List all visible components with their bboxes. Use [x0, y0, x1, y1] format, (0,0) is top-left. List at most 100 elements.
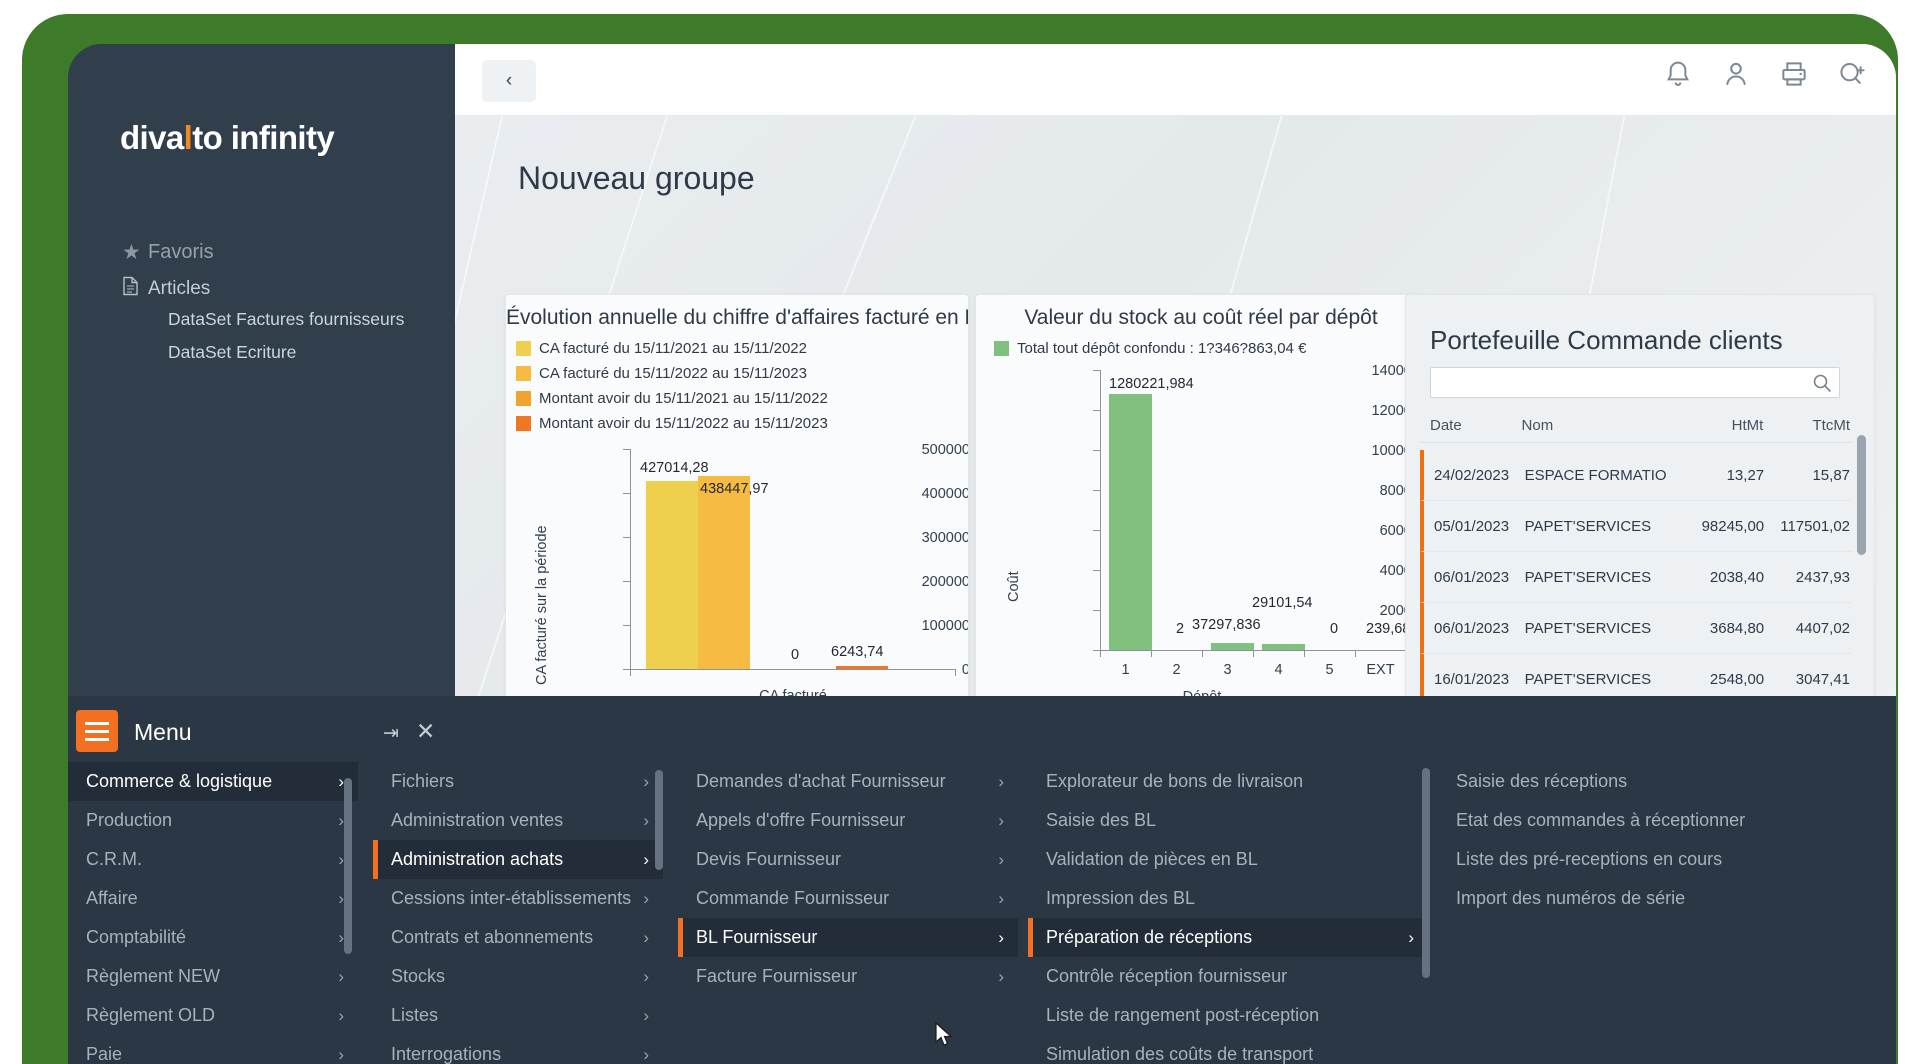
menu-item[interactable]: Règlement OLD ›: [68, 996, 358, 1035]
column-header-date[interactable]: Date: [1420, 417, 1522, 434]
legend-item: Total tout dépôt confondu : 1?346?863,04…: [994, 336, 1426, 361]
search-box[interactable]: [1430, 367, 1840, 398]
y-tick-label: 0: [858, 662, 968, 678]
menu-item[interactable]: Saisie des BL: [1028, 801, 1428, 840]
menu-scrollbar[interactable]: [344, 778, 352, 954]
logo-part-1: diva: [120, 119, 184, 156]
bar-value-label: 6243,74: [831, 644, 884, 660]
menu-item-label: Appels d'offre Fournisseur: [696, 810, 906, 830]
column-header-htmt[interactable]: HtMt: [1680, 417, 1764, 434]
menu-item[interactable]: C.R.M. ›: [68, 840, 358, 879]
bell-icon[interactable]: [1662, 58, 1694, 90]
menu-item[interactable]: Liste de rangement post-réception: [1028, 996, 1428, 1035]
sidebar-item-dataset-ecriture[interactable]: DataSet Ecriture: [168, 342, 296, 363]
y-tick-label: 100000: [921, 618, 969, 634]
menu-item[interactable]: Administration achats ›: [373, 840, 663, 879]
menu-item[interactable]: Contrats et abonnements ›: [373, 918, 663, 957]
bar-value-label: 427014,28: [640, 460, 709, 476]
x-tick-label: 3: [1223, 662, 1232, 678]
pin-icon[interactable]: ⇥: [383, 722, 399, 745]
menu-item[interactable]: Fichiers ›: [373, 762, 663, 801]
menu-column-3: Demandes d'achat Fournisseur › Appels d'o…: [678, 762, 1018, 1064]
menu-item-label: Règlement OLD: [86, 1005, 216, 1025]
sidebar-item-favoris[interactable]: ★ Favoris: [122, 240, 214, 265]
printer-icon[interactable]: [1778, 58, 1810, 90]
menu-item[interactable]: Stocks ›: [373, 957, 663, 996]
x-tick-label: 2: [1172, 662, 1181, 678]
table-header: Date Nom HtMt TtcMt: [1420, 417, 1852, 443]
sidebar-item-articles[interactable]: Articles: [122, 276, 210, 301]
menu-item[interactable]: Contrôle réception fournisseur: [1028, 957, 1428, 996]
menu-item[interactable]: Commande Fournisseur ›: [678, 879, 1018, 918]
bar-value-label: 2: [1176, 621, 1185, 637]
chart-legend: Total tout dépôt confondu : 1?346?863,04…: [976, 336, 1426, 361]
chevron-right-icon: ›: [998, 771, 1004, 791]
menu-item[interactable]: Comptabilité ›: [68, 918, 358, 957]
column-header-nom[interactable]: Nom: [1522, 417, 1681, 434]
menu-item[interactable]: Etat des commandes à réceptionner: [1438, 801, 1858, 840]
menu-item[interactable]: Devis Fournisseur ›: [678, 840, 1018, 879]
menu-item-label: Explorateur de bons de livraison: [1046, 771, 1304, 791]
menu-item[interactable]: Paie ›: [68, 1035, 358, 1064]
menu-item[interactable]: Production ›: [68, 801, 358, 840]
menu-item[interactable]: Saisie des réceptions: [1438, 762, 1858, 801]
dashboard-area: Nouveau groupe Évolution annuelle du chi…: [455, 116, 1896, 756]
menu-item[interactable]: Import des numéros de série: [1438, 879, 1858, 918]
menu-item-label: Administration ventes: [391, 810, 564, 830]
menu-item[interactable]: Commerce & logistique ›: [68, 762, 358, 801]
menu-item[interactable]: Validation de pièces en BL: [1028, 840, 1428, 879]
menu-item[interactable]: Administration ventes ›: [373, 801, 663, 840]
bar-series-4: [836, 666, 888, 669]
menu-scrollbar[interactable]: [1422, 768, 1430, 978]
menu-item[interactable]: Affaire ›: [68, 879, 358, 918]
user-icon[interactable]: [1720, 58, 1752, 90]
sidebar-item-dataset-factures[interactable]: DataSet Factures fournisseurs: [168, 309, 404, 330]
legend-swatch: [516, 391, 531, 406]
table-row[interactable]: 06/01/2023 PAPET'SERVICES 3684,80 4407,0…: [1420, 603, 1852, 654]
menu-item-label: Impression des BL: [1046, 888, 1196, 908]
table-row[interactable]: 06/01/2023 PAPET'SERVICES 2038,40 2437,9…: [1420, 552, 1852, 603]
menu-item[interactable]: Impression des BL: [1028, 879, 1428, 918]
menu-item[interactable]: Simulation des coûts de transport: [1028, 1035, 1428, 1064]
menu-item[interactable]: Demandes d'achat Fournisseur ›: [678, 762, 1018, 801]
menu-item[interactable]: BL Fournisseur ›: [678, 918, 1018, 957]
search-input[interactable]: [1431, 368, 1807, 397]
back-button[interactable]: ‹: [482, 60, 536, 102]
menu-item[interactable]: Liste des pré-receptions en cours: [1438, 840, 1858, 879]
bar-value-label: 1280221,984: [1109, 376, 1194, 392]
menu-item[interactable]: Cessions inter-établissements ›: [373, 879, 663, 918]
legend-swatch: [516, 341, 531, 356]
menu-item[interactable]: Appels d'offre Fournisseur ›: [678, 801, 1018, 840]
table-row[interactable]: 05/01/2023 PAPET'SERVICES 98245,00 11750…: [1420, 501, 1852, 552]
menu-item[interactable]: Interrogations ›: [373, 1035, 663, 1064]
chevron-right-icon: ›: [643, 1005, 649, 1025]
search-icon[interactable]: [1811, 372, 1833, 399]
cell-ttc: 117501,02: [1780, 517, 1851, 535]
cell-date: 16/01/2023: [1434, 670, 1510, 688]
legend-item: CA facturé du 15/11/2021 au 15/11/2022: [516, 336, 968, 361]
close-icon[interactable]: ✕: [416, 718, 435, 745]
menu-item-label: Contrôle réception fournisseur: [1046, 966, 1288, 986]
vertical-scrollbar[interactable]: [1857, 435, 1866, 555]
menu-item-label: C.R.M.: [86, 849, 142, 869]
column-header-ttcmt[interactable]: TtcMt: [1763, 417, 1852, 434]
bar-depot-1: [1109, 394, 1152, 650]
menu-item[interactable]: Explorateur de bons de livraison: [1028, 762, 1428, 801]
menu-scrollbar[interactable]: [655, 770, 663, 870]
hamburger-icon[interactable]: [76, 710, 118, 752]
y-tick-label: 500000: [921, 442, 969, 458]
chevron-right-icon: ›: [643, 927, 649, 947]
cell-ht: 13,27: [1726, 466, 1765, 484]
cell-date: 06/01/2023: [1434, 568, 1510, 586]
menu-item-label: Devis Fournisseur: [696, 849, 842, 869]
chevron-right-icon: ›: [998, 888, 1004, 908]
menu-item[interactable]: Règlement NEW ›: [68, 957, 358, 996]
chevron-right-icon: ›: [998, 966, 1004, 986]
menu-item[interactable]: Préparation de réceptions ›: [1028, 918, 1428, 957]
chevron-right-icon: ›: [643, 1044, 649, 1064]
table-row[interactable]: 24/02/2023 ESPACE FORMATIO 13,27 15,87: [1420, 450, 1852, 501]
search-plus-icon[interactable]: [1836, 58, 1868, 90]
menu-item[interactable]: Listes ›: [373, 996, 663, 1035]
menu-item[interactable]: Facture Fournisseur ›: [678, 957, 1018, 996]
device-bezel: divalto infinity ★ Favoris Articles Data…: [22, 14, 1898, 1064]
